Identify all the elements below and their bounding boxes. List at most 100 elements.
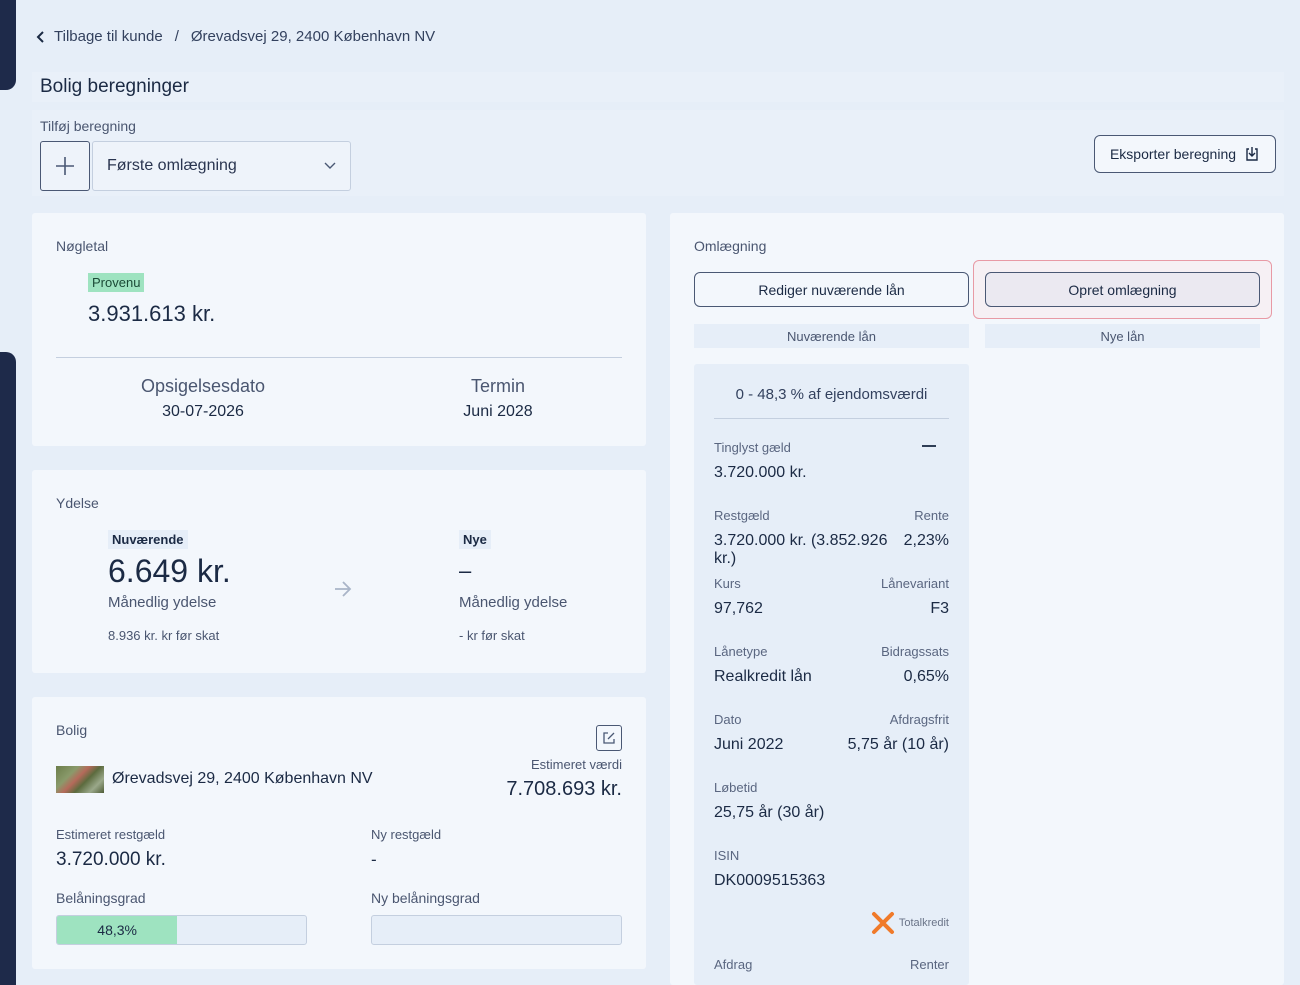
afdragsfrit-value: 5,75 år (10 år): [847, 736, 949, 753]
type-label: Lånetype: [714, 644, 768, 659]
property-address: Ørevadsvej 29, 2400 København NV: [112, 770, 373, 787]
kurs-value: 97,762: [714, 600, 763, 617]
property-thumbnail: [56, 766, 104, 793]
calculation-type-value: Første omlægning: [107, 157, 237, 174]
arrow-right-icon: [335, 581, 352, 597]
dato-value: Juni 2022: [714, 736, 784, 753]
est-rest-value: 3.720.000 kr.: [56, 849, 166, 870]
ltv-progress-fill: 48,3%: [57, 916, 178, 944]
property-card: Bolig Ørevadsvej 29, 2400 København NV E…: [32, 697, 646, 969]
isin-value: DK0009515363: [714, 872, 826, 889]
key-figures-divider: [56, 357, 622, 358]
tab-new-loans[interactable]: Nye lån: [985, 324, 1260, 348]
estimated-value: 7.708.693 kr.: [506, 778, 622, 800]
edit-current-loan-label: Rediger nuværende lån: [758, 281, 905, 298]
row-loebetid: Løbetid 25,75 år (30 år): [714, 780, 949, 822]
loan-range: 0 - 48,3 % af ejendomsværdi: [735, 386, 928, 403]
row-tinglyst: Tinglyst gæld 3.720.000 kr.: [714, 440, 949, 482]
back-to-customer-link[interactable]: Tilbage til kunde: [36, 28, 163, 45]
bidrag-value: 0,65%: [903, 668, 949, 685]
edit-icon: [603, 732, 615, 744]
new-ltv-label: Ny belåningsgrad: [371, 890, 480, 906]
tinglyst-value: 3.720.000 kr.: [714, 464, 807, 481]
refinance-card: Omlægning Rediger nuværende lån Opret om…: [670, 213, 1284, 985]
row-dato: Dato Juni 2022 Afdragsfrit 5,75 år (10 år): [714, 712, 949, 754]
row-restgaeld: Restgæld 3.720.000 kr. (3.852.926 kr.) Re…: [714, 508, 949, 568]
rente-label: Rente: [914, 508, 949, 523]
new-ltv-progress-bar: [371, 915, 622, 945]
new-payment-value: –: [459, 558, 472, 583]
isin-label: ISIN: [714, 848, 740, 863]
new-rest-label: Ny restgæld: [371, 827, 442, 842]
current-loan-panel: 0 - 48,3 % af ejendomsværdi Tinglyst gæl…: [694, 364, 969, 985]
renter-label: Renter: [909, 957, 949, 972]
export-label: Eksporter beregning: [1109, 146, 1237, 162]
new-rest-value: -: [371, 850, 377, 869]
plus-icon: [56, 157, 74, 175]
ltv-text: 48,3%: [97, 922, 137, 938]
create-refinance-button[interactable]: Opret omlægning: [985, 272, 1260, 307]
key-figures-card: Nøgletal Provenu 3.931.613 kr. Opsigelse…: [32, 213, 646, 446]
variant-label: Lånevariant: [881, 576, 949, 591]
chevron-down-icon: [324, 162, 336, 169]
loebetid-value: 25,75 år (30 år): [714, 804, 825, 821]
breadcrumb-address: Ørevadsvej 29, 2400 København NV: [190, 28, 436, 45]
opsigelse-value: 30-07-2026: [162, 403, 244, 420]
current-payment-value: 6.649 kr.: [108, 553, 231, 589]
add-calculation-section: Tilføj beregning Første omlægning Ekspor…: [32, 110, 1284, 196]
restgaeld-label: Restgæld: [714, 508, 770, 523]
tab-current-loans-label: Nuværende lån: [787, 328, 876, 344]
loan-range-divider: [714, 418, 949, 419]
key-figures-title: Nøgletal: [56, 238, 109, 254]
new-pretax: - kr før skat: [459, 628, 525, 643]
new-payment-sub: Månedlig ydelse: [459, 594, 568, 611]
ltv-label: Belåningsgrad: [56, 890, 146, 906]
row-kurs: Kurs 97,762 Lånevariant F3: [714, 576, 949, 618]
calculation-type-select[interactable]: Første omlægning: [92, 141, 351, 191]
rente-value: 2,23%: [903, 532, 949, 549]
ltv-progress-bar: 48,3%: [56, 915, 307, 945]
totalkredit-x-icon: [871, 912, 894, 934]
kurs-label: Kurs: [714, 576, 741, 591]
lender-logo: Totalkredit: [871, 911, 949, 935]
back-label: Tilbage til kunde: [54, 28, 163, 45]
provenu-badge: Provenu: [88, 273, 145, 292]
opsigelse-label: Opsigelsesdato: [140, 376, 266, 396]
create-refinance-label: Opret omlægning: [1068, 281, 1177, 298]
payment-title: Ydelse: [56, 495, 99, 511]
current-pretax: 8.936 kr. kr før skat: [108, 628, 220, 643]
export-calculation-button[interactable]: Eksporter beregning: [1094, 135, 1276, 173]
variant-value: F3: [930, 600, 949, 617]
tab-new-loans-label: Nye lån: [1100, 328, 1145, 344]
provenu-value: 3.931.613 kr.: [88, 301, 216, 326]
edit-current-loan-button[interactable]: Rediger nuværende lån: [694, 272, 969, 307]
property-title: Bolig: [56, 722, 88, 738]
add-calculation-button[interactable]: [40, 141, 90, 191]
termin-label: Termin: [470, 376, 525, 396]
new-badge: Nye: [459, 530, 491, 549]
breadcrumb-separator: /: [174, 28, 179, 45]
side-rail-bottom: [0, 352, 16, 985]
chevron-left-icon: [36, 30, 44, 43]
afdrag-label: Afdrag: [714, 957, 753, 972]
add-calculation-label: Tilføj beregning: [40, 118, 136, 134]
current-payment-sub: Månedlig ydelse: [108, 594, 217, 611]
side-rail-top: [0, 0, 16, 90]
payment-card: Ydelse Nuværende 6.649 kr. Månedlig ydel…: [32, 470, 646, 673]
row-isin: ISIN DK0009515363: [714, 848, 949, 890]
refinance-title: Omlægning: [694, 238, 767, 254]
tab-current-loans[interactable]: Nuværende lån: [694, 324, 969, 348]
dato-label: Dato: [714, 712, 742, 727]
edit-property-button[interactable]: [596, 725, 622, 751]
row-type: Lånetype Realkredit lån Bidragssats 0,65%: [714, 644, 949, 686]
page-title: Bolig beregninger: [32, 72, 1284, 102]
breadcrumb: Tilbage til kunde / Ørevadsvej 29, 2400 …: [36, 28, 435, 45]
collapse-icon[interactable]: [921, 440, 937, 454]
type-value: Realkredit lån: [714, 668, 812, 685]
termin-value: Juni 2028: [463, 403, 533, 420]
tinglyst-label: Tinglyst gæld: [714, 440, 791, 455]
est-rest-label: Estimeret restgæld: [56, 827, 166, 842]
bidrag-label: Bidragssats: [881, 644, 949, 659]
loebetid-label: Løbetid: [714, 780, 758, 795]
restgaeld-value: 3.720.000 kr. (3.852.926 kr.): [714, 532, 888, 567]
